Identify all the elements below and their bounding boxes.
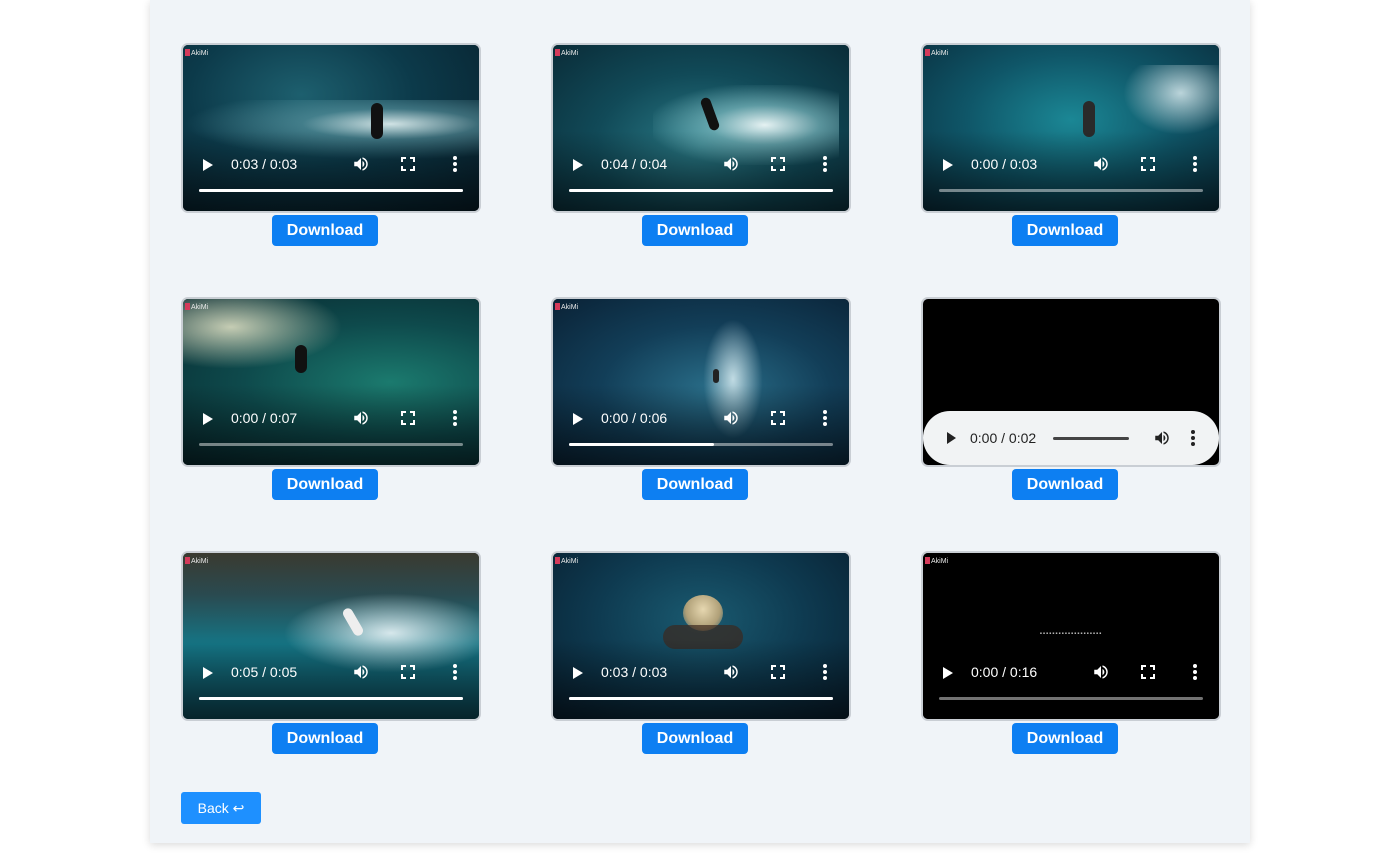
volume-icon[interactable] — [722, 409, 740, 427]
progress-bar[interactable] — [939, 189, 1203, 192]
progress-bar[interactable] — [569, 443, 833, 446]
time-display: 0:03 / 0:03 — [601, 664, 668, 680]
progress-bar[interactable] — [569, 189, 833, 192]
time-display: 0:04 / 0:04 — [601, 156, 668, 172]
play-icon[interactable] — [943, 667, 953, 679]
more-options-icon[interactable] — [823, 664, 827, 680]
fullscreen-icon[interactable] — [1141, 157, 1155, 171]
audio-player-6[interactable]: 0:00 / 0:02 — [921, 297, 1221, 467]
download-button[interactable]: Download — [1012, 215, 1118, 246]
volume-icon[interactable] — [352, 663, 370, 681]
logo: AkiMi — [925, 49, 948, 57]
more-options-icon[interactable] — [453, 410, 457, 426]
video-card-7: AkiMi 0:05 / 0:05 Download — [181, 551, 481, 755]
video-thumbnail: ▪▪▪▪▪▪▪▪▪▪▪▪▪▪▪▪▪▪▪▪ — [923, 553, 1219, 719]
time-display: 0:03 / 0:03 — [231, 156, 298, 172]
play-icon[interactable] — [943, 159, 953, 171]
progress-bar[interactable] — [199, 189, 463, 192]
logo: AkiMi — [555, 303, 578, 311]
video-card-2: AkiMi 0:04 / 0:04 Download — [551, 43, 851, 247]
more-options-icon[interactable] — [823, 410, 827, 426]
fullscreen-icon[interactable] — [771, 157, 785, 171]
download-button[interactable]: Download — [642, 215, 748, 246]
logo: AkiMi — [185, 49, 208, 57]
time-display: 0:00 / 0:03 — [971, 156, 1038, 172]
video-card-8: AkiMi 0:03 / 0:03 Download — [551, 551, 851, 755]
play-icon[interactable] — [203, 667, 213, 679]
fullscreen-icon[interactable] — [401, 665, 415, 679]
download-button[interactable]: Download — [272, 215, 378, 246]
download-button[interactable]: Download — [272, 723, 378, 754]
volume-icon[interactable] — [722, 663, 740, 681]
video-card-9: ▪▪▪▪▪▪▪▪▪▪▪▪▪▪▪▪▪▪▪▪ AkiMi 0:00 / 0:16 D… — [921, 551, 1221, 755]
play-icon[interactable] — [573, 667, 583, 679]
progress-bar[interactable] — [199, 697, 463, 700]
video-card-3: AkiMi 0:00 / 0:03 Download — [921, 43, 1221, 247]
back-button[interactable]: Back ↩ — [181, 792, 261, 824]
logo: AkiMi — [555, 49, 578, 57]
progress-bar[interactable] — [939, 697, 1203, 700]
time-display: 0:00 / 0:16 — [971, 664, 1038, 680]
time-display: 0:05 / 0:05 — [231, 664, 298, 680]
video-card-5: AkiMi 0:00 / 0:06 Download — [551, 297, 851, 501]
volume-icon[interactable] — [352, 155, 370, 173]
play-icon[interactable] — [203, 413, 213, 425]
logo: AkiMi — [185, 557, 208, 565]
play-icon[interactable] — [573, 413, 583, 425]
logo: AkiMi — [925, 557, 948, 565]
volume-icon[interactable] — [352, 409, 370, 427]
play-icon[interactable] — [947, 432, 956, 444]
logo: AkiMi — [555, 557, 578, 565]
video-player-5[interactable]: AkiMi 0:00 / 0:06 — [551, 297, 851, 467]
more-options-icon[interactable] — [1191, 430, 1195, 446]
video-player-9[interactable]: ▪▪▪▪▪▪▪▪▪▪▪▪▪▪▪▪▪▪▪▪ AkiMi 0:00 / 0:16 — [921, 551, 1221, 721]
volume-icon[interactable] — [1092, 663, 1110, 681]
download-button[interactable]: Download — [642, 469, 748, 500]
download-button[interactable]: Download — [1012, 469, 1118, 500]
video-player-1[interactable]: AkiMi 0:03 / 0:03 — [181, 43, 481, 213]
video-card-1: AkiMi 0:03 / 0:03 Download — [181, 43, 481, 247]
more-options-icon[interactable] — [453, 664, 457, 680]
download-button[interactable]: Download — [642, 723, 748, 754]
fullscreen-icon[interactable] — [401, 157, 415, 171]
video-player-8[interactable]: AkiMi 0:03 / 0:03 — [551, 551, 851, 721]
logo: AkiMi — [185, 303, 208, 311]
volume-icon[interactable] — [722, 155, 740, 173]
time-display: 0:00 / 0:06 — [601, 410, 668, 426]
video-player-7[interactable]: AkiMi 0:05 / 0:05 — [181, 551, 481, 721]
more-options-icon[interactable] — [823, 156, 827, 172]
volume-icon[interactable] — [1092, 155, 1110, 173]
seek-bar[interactable] — [1053, 437, 1129, 440]
video-player-3[interactable]: AkiMi 0:00 / 0:03 — [921, 43, 1221, 213]
fullscreen-icon[interactable] — [771, 665, 785, 679]
audio-controls: 0:00 / 0:02 — [923, 411, 1219, 465]
progress-bar[interactable] — [199, 443, 463, 446]
progress-bar[interactable] — [569, 697, 833, 700]
time-display: 0:00 / 0:07 — [231, 410, 298, 426]
fullscreen-icon[interactable] — [771, 411, 785, 425]
volume-icon[interactable] — [1153, 429, 1171, 447]
more-options-icon[interactable] — [453, 156, 457, 172]
audio-card-6: 0:00 / 0:02 Download — [921, 297, 1221, 501]
fullscreen-icon[interactable] — [1141, 665, 1155, 679]
time-display: 0:00 / 0:02 — [970, 430, 1037, 446]
play-icon[interactable] — [573, 159, 583, 171]
fullscreen-icon[interactable] — [401, 411, 415, 425]
video-player-4[interactable]: AkiMi 0:00 / 0:07 — [181, 297, 481, 467]
content-panel: AkiMi 0:03 / 0:03 Download AkiMi 0:04 / … — [150, 0, 1250, 843]
video-card-4: AkiMi 0:00 / 0:07 Download — [181, 297, 481, 501]
video-player-2[interactable]: AkiMi 0:04 / 0:04 — [551, 43, 851, 213]
more-options-icon[interactable] — [1193, 156, 1197, 172]
download-button[interactable]: Download — [1012, 723, 1118, 754]
download-button[interactable]: Download — [272, 469, 378, 500]
play-icon[interactable] — [203, 159, 213, 171]
more-options-icon[interactable] — [1193, 664, 1197, 680]
